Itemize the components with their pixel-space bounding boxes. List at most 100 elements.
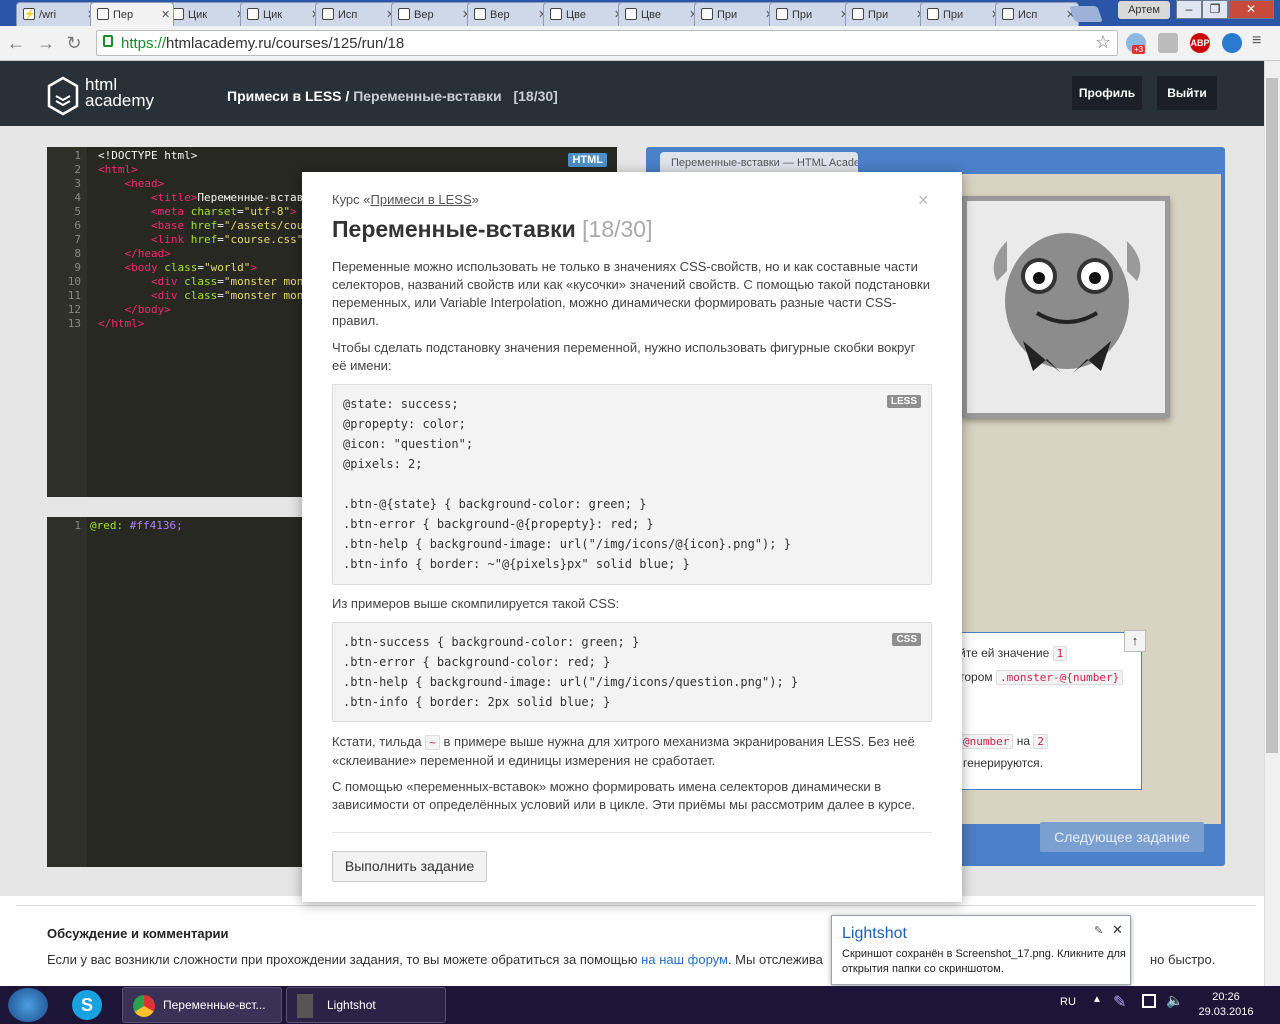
breadcrumb-course[interactable]: Примеси в LESS <box>227 88 342 104</box>
logout-button[interactable]: Выйти <box>1157 76 1217 110</box>
volume-icon[interactable]: 🔈 <box>1166 992 1183 1009</box>
preview-tab[interactable]: Переменные-вставки — HTML Academy <box>660 152 858 174</box>
language-indicator[interactable]: RU <box>1060 996 1076 1008</box>
next-task-button[interactable]: Следующее задание <box>1040 822 1204 852</box>
maximize-button[interactable]: ❐ <box>1202 0 1228 19</box>
forum-link[interactable]: на наш форум <box>641 952 728 967</box>
browser-tab[interactable]: При✕ <box>769 2 853 26</box>
lock-icon <box>103 35 113 47</box>
monster-icon <box>967 201 1165 413</box>
browser-tab-strip: ⚡/wri✕ Пер✕ Цик✕ Цик✕ Исп✕ Вер✕ Вер✕ Цве… <box>0 0 1280 26</box>
lesson-modal: Курс «Примеси в LESS» × Переменные-встав… <box>302 172 962 902</box>
line-number: 1 <box>74 149 81 162</box>
task-text: @number на 2 <box>959 734 1048 749</box>
reload-icon[interactable]: ↻ <box>64 34 84 52</box>
browser-tab[interactable]: Исп✕ <box>995 2 1079 26</box>
run-task-button[interactable]: Выполнить задание <box>332 851 487 882</box>
adblock-icon[interactable]: ABP <box>1190 33 1210 53</box>
tab-close-icon[interactable]: ✕ <box>161 8 170 21</box>
less-badge: LESS <box>886 395 921 408</box>
start-button[interactable] <box>8 988 48 1022</box>
url-input[interactable]: https://htmlacademy.ru/courses/125/run/1… <box>96 30 1118 56</box>
taskbar: S Переменные-вст... Lightshot RU ▲ ✎ 🔈 <box>0 986 1280 1024</box>
logo[interactable]: html academy <box>47 76 177 116</box>
ext-badge: +3 <box>1132 45 1146 54</box>
breadcrumb: Примеси в LESS / Переменные-вставки [18/… <box>227 88 558 104</box>
collapse-arrow-icon[interactable]: ↑ <box>1124 630 1146 652</box>
line-number: 6 <box>74 219 81 232</box>
breadcrumb-lesson: Переменные-вставки <box>353 88 502 104</box>
modal-course-label: Курс «Примеси в LESS» <box>332 192 479 207</box>
browser-tab[interactable]: Вер✕ <box>391 2 475 26</box>
forward-icon[interactable]: → <box>36 34 56 52</box>
line-number: 4 <box>74 191 81 204</box>
chrome-icon <box>133 995 155 1017</box>
url-text: https://htmlacademy.ru/courses/125/run/1… <box>121 35 405 52</box>
skype-icon[interactable]: S <box>72 990 102 1020</box>
browser-tab[interactable]: Исп✕ <box>315 2 399 26</box>
modal-paragraph: Чтобы сделать подстановку значения перем… <box>332 340 916 373</box>
discussion-text-end: но быстро. <box>1150 952 1216 967</box>
browser-tab[interactable]: Цве✕ <box>543 2 627 26</box>
line-number: 5 <box>74 205 81 218</box>
globe-icon[interactable] <box>1222 33 1242 53</box>
discussion-title: Обсуждение и комментарии <box>47 926 229 941</box>
menu-icon[interactable]: ≡ <box>1252 32 1261 50</box>
new-tab-button[interactable] <box>1069 6 1103 22</box>
browser-tab[interactable]: При✕ <box>694 2 778 26</box>
logo-icon <box>47 76 79 116</box>
network-icon[interactable] <box>1142 994 1156 1008</box>
divider <box>16 905 1256 906</box>
close-icon[interactable]: × <box>918 190 929 211</box>
line-number: 1 <box>74 519 81 532</box>
clock[interactable]: 20:26 29.03.2016 <box>1190 990 1262 1020</box>
css-code-example: CSS .btn-success { background-color: gre… <box>332 622 932 722</box>
lightshot-tray-icon[interactable]: ✎ <box>1113 992 1126 1012</box>
browser-tab[interactable]: ⚡/wri✕ <box>16 2 100 26</box>
modal-paragraph: Из примеров выше скомпилируется такой CS… <box>332 596 620 611</box>
back-icon[interactable]: ← <box>6 34 26 52</box>
line-number: 10 <box>67 275 81 288</box>
tray-arrow-icon[interactable]: ▲ <box>1092 994 1102 1005</box>
html-badge: HTML <box>568 153 607 167</box>
breadcrumb-progress: [18/30] <box>513 88 558 104</box>
pin-icon[interactable]: ✎ <box>1094 924 1103 937</box>
tab-favicon-icon <box>247 8 259 20</box>
line-number: 8 <box>74 247 81 260</box>
minimize-button[interactable]: – <box>1176 0 1202 19</box>
taskbar-item-chrome[interactable]: Переменные-вст... <box>122 987 282 1023</box>
browser-tab-active[interactable]: Пер ✕ <box>90 2 174 26</box>
tab-favicon-icon <box>398 8 410 20</box>
shield-icon[interactable] <box>1158 33 1178 53</box>
toast-text[interactable]: Скриншот сохранён в Screenshot_17.png. К… <box>842 947 1127 977</box>
close-icon[interactable]: ✕ <box>1112 922 1123 938</box>
monster-picture-frame <box>962 196 1170 418</box>
close-window-button[interactable]: ✕ <box>1228 0 1274 19</box>
modal-title: Переменные-вставки [18/30] <box>332 216 653 242</box>
tab-favicon-icon: ⚡ <box>23 8 36 20</box>
line-number: 2 <box>74 163 81 176</box>
browser-tab[interactable]: Вер✕ <box>467 2 551 26</box>
lightshot-notification[interactable]: Lightshot Скриншот сохранён в Screenshot… <box>831 915 1131 985</box>
browser-tab[interactable]: Цик✕ <box>165 2 249 26</box>
modal-course-link[interactable]: Примеси в LESS <box>371 192 472 207</box>
line-number: 3 <box>74 177 81 190</box>
modal-paragraph: Кстати, тильда ~ в примере выше нужна дл… <box>332 734 915 768</box>
profile-button[interactable]: Профиль <box>1072 76 1142 110</box>
tab-favicon-icon <box>625 8 637 20</box>
taskbar-item-lightshot[interactable]: Lightshot <box>286 987 446 1023</box>
scrollbar-thumb[interactable] <box>1266 78 1278 753</box>
tab-favicon-icon <box>852 8 864 20</box>
line-number: 9 <box>74 261 81 274</box>
address-bar: ← → ↻ https://htmlacademy.ru/courses/125… <box>0 26 1280 61</box>
toast-title: Lightshot <box>842 925 907 942</box>
browser-tab[interactable]: При✕ <box>845 2 929 26</box>
browser-tab[interactable]: Цик✕ <box>240 2 324 26</box>
divider <box>332 832 932 833</box>
browser-tab[interactable]: При✕ <box>920 2 1004 26</box>
browser-tab[interactable]: Цве✕ <box>618 2 702 26</box>
tab-favicon-icon <box>776 8 788 20</box>
bookmark-star-icon[interactable]: ☆ <box>1095 32 1111 53</box>
profile-chip[interactable]: Артем <box>1118 1 1170 19</box>
line-number: 12 <box>67 303 81 316</box>
